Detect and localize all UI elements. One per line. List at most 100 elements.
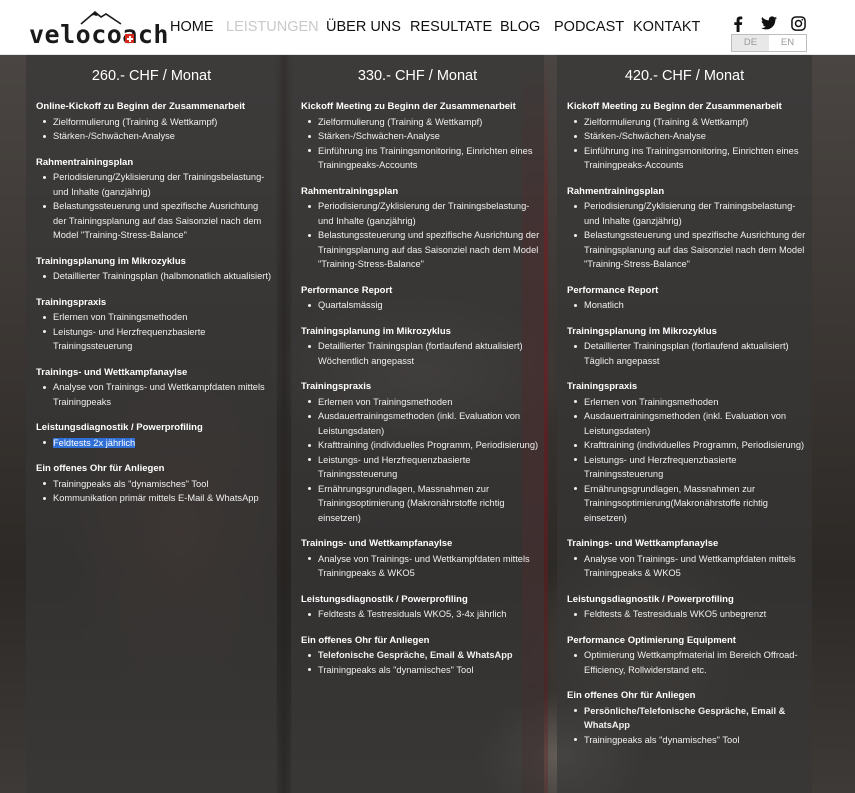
feature-item: Zielformulierung (Training & Wettkampf): [567, 115, 808, 130]
plan-column-standard: 330.- CHF / Monat Kickoff Meeting zu Beg…: [291, 55, 544, 793]
plan-section: Rahmentrainingsplan Periodisierung/Zyklis…: [567, 185, 808, 272]
section-title: Trainingspraxis: [36, 296, 107, 308]
plan-section: Rahmentrainingsplan Periodisierung/Zyklis…: [301, 185, 540, 272]
section-title: Ein offenes Ohr für Anliegen: [36, 463, 165, 474]
feature-item: Quartalsmässig: [301, 298, 540, 313]
feature-list: Zielformulierung (Training & Wettkampf) S…: [301, 115, 540, 173]
feature-list: Monatlich: [567, 298, 808, 313]
feature-text: Leistungs- und Herzfrequenzbasierte Trai…: [318, 454, 471, 480]
feature-list: Periodisierung/Zyklisierung der Training…: [36, 170, 273, 243]
feature-item: Ausdauertrainingsmethoden (inkl. Evaluat…: [567, 409, 808, 438]
feature-text: Kommunikation primär mittels E-Mail & Wh…: [53, 493, 259, 503]
feature-list: Feldtests & Testresiduals WKO5 unbegrenz…: [567, 607, 808, 622]
section-title: Performance Report: [301, 284, 393, 296]
plan-section: Trainingspraxis Erlernen von Trainingsmet…: [301, 380, 540, 525]
feature-list: Periodisierung/Zyklisierung der Training…: [567, 199, 808, 272]
feature-list: Periodisierung/Zyklisierung der Training…: [301, 199, 540, 272]
feature-text: Telefonische Gespräche, Email & WhatsApp: [318, 650, 513, 660]
section-title: Kickoff Meeting zu Beginn der Zusammenar…: [301, 101, 516, 112]
plan-section: Leistungsdiagnostik / Powerprofiling Feld…: [36, 421, 273, 450]
nav-resultate[interactable]: RESULTATE: [410, 19, 492, 35]
section-title: Ein offenes Ohr für Anliegen: [301, 634, 430, 646]
section-title: Trainingspraxis: [567, 381, 638, 392]
section-title: Leistungsdiagnostik / Powerprofiling: [567, 593, 734, 605]
section-title: Leistungsdiagnostik / Powerprofiling: [301, 593, 468, 605]
feature-text: Ernährungsgrundlagen, Massnahmen zur Tra…: [318, 483, 505, 523]
feature-text: Detaillierter Trainingsplan (halbmonatli…: [53, 271, 272, 281]
nav-leistungen[interactable]: LEISTUNGEN: [226, 19, 319, 35]
feature-item: Analyse von Trainings- und Wettkampfdate…: [36, 380, 273, 409]
feature-item: Optimierung Wettkampfmaterial im Bereich…: [567, 648, 808, 677]
feature-text: Einführung ins Trainingsmonitoring, Einr…: [584, 145, 799, 171]
feature-item: Detaillierter Trainingsplan (fortlaufend…: [301, 339, 540, 368]
feature-list: Trainingpeaks als "dynamisches" Tool Komm…: [36, 477, 273, 506]
feature-item: Feldtests 2x jährlich: [36, 436, 273, 451]
feature-text: Persönliche/Telefonische Gespräche, Emai…: [584, 705, 786, 731]
feature-item: Trainingpeaks als "dynamisches" Tool: [301, 663, 540, 678]
feature-text: Stärken-/Schwächen-Analyse: [318, 131, 440, 141]
nav-kontakt[interactable]: KONTAKT: [633, 19, 700, 35]
feature-item: Analyse von Trainings- und Wettkampfdate…: [301, 552, 540, 581]
feature-text: Trainingpeaks als "dynamisches" Tool: [584, 734, 740, 745]
feature-item: Periodisierung/Zyklisierung der Training…: [36, 170, 273, 199]
feature-list: Detaillierter Trainingsplan (fortlaufend…: [567, 339, 808, 368]
plan-section: Trainingsplanung im Mikrozyklus Detaillie…: [36, 255, 273, 284]
plan-column-basic: 260.- CHF / Monat Online-Kickoff zu Begi…: [26, 55, 277, 793]
feature-item: Krafttraining (individuelles Programm, P…: [301, 438, 540, 453]
feature-item: Trainingpeaks als "dynamisches" Tool: [36, 477, 273, 492]
feature-item: Leistungs- und Herzfrequenzbasierte Trai…: [36, 325, 273, 354]
feature-item: Periodisierung/Zyklisierung der Training…: [567, 199, 808, 228]
site-header: velocoach HOME LEISTUNGEN ÜBER UNS RESUL…: [0, 0, 855, 55]
feature-text: Feldtests 2x jährlich: [53, 437, 136, 448]
feature-item: Stärken-/Schwächen-Analyse: [36, 129, 273, 144]
plan-price: 260.- CHF / Monat: [91, 68, 212, 84]
feature-text: Belastungssteuerung und spezifische Ausr…: [584, 230, 806, 269]
plan-section: Trainingspraxis Erlernen von Trainingsmet…: [36, 296, 273, 354]
nav-podcast[interactable]: PODCAST: [554, 19, 624, 35]
section-title: Rahmentrainingsplan: [567, 185, 665, 197]
plan-section: Leistungsdiagnostik / Powerprofiling Feld…: [567, 593, 808, 622]
language-switcher: DE EN: [731, 34, 807, 52]
feature-item: Ernährungsgrundlagen, Massnahmen zur Tra…: [301, 482, 540, 526]
feature-text: Detaillierter Trainingsplan (fortlaufend…: [318, 341, 523, 366]
feature-item: Trainingpeaks als "dynamisches" Tool: [567, 733, 808, 748]
lang-en[interactable]: EN: [769, 35, 806, 51]
feature-list: Optimierung Wettkampfmaterial im Bereich…: [567, 648, 808, 677]
logo[interactable]: velocoach: [29, 8, 168, 49]
feature-list: Quartalsmässig: [301, 298, 540, 313]
lang-de[interactable]: DE: [732, 35, 769, 51]
feature-item: Krafttraining (individuelles Programm, P…: [567, 438, 808, 453]
plan-body: Online-Kickoff zu Beginn der Zusammenarb…: [36, 100, 273, 518]
nav-home[interactable]: HOME: [170, 19, 214, 35]
feature-item: Detaillierter Trainingsplan (halbmonatli…: [36, 269, 273, 284]
section-title: Kickoff Meeting zu Beginn der Zusammenar…: [567, 101, 782, 112]
section-title: Rahmentrainingsplan: [301, 185, 399, 197]
feature-text: Einführung ins Trainingsmonitoring, Einr…: [318, 145, 533, 171]
plan-section: Performance Report Monatlich: [567, 284, 808, 313]
section-title: Performance Optimierung Equipment: [567, 634, 736, 646]
feature-list: Erlernen von Trainingsmethoden Ausdauertr…: [301, 395, 540, 526]
feature-text: Zielformulierung (Training & Wettkampf): [318, 116, 483, 127]
facebook-icon[interactable]: [733, 16, 743, 34]
feature-item: Monatlich: [567, 298, 808, 313]
feature-list: Telefonische Gespräche, Email & WhatsApp…: [301, 648, 540, 677]
feature-text: Trainingpeaks als "dynamisches" Tool: [53, 478, 209, 489]
feature-item: Kommunikation primär mittels E-Mail & Wh…: [36, 491, 273, 506]
plan-section: Trainings- und Wettkampfanaylse Analyse v…: [301, 537, 540, 581]
nav-ueber-uns[interactable]: ÜBER UNS: [326, 19, 401, 35]
feature-list: Feldtests 2x jährlich: [36, 436, 273, 451]
feature-text: Analyse von Trainings- und Wettkampfdate…: [318, 553, 530, 579]
feature-item: Leistungs- und Herzfrequenzbasierte Trai…: [567, 453, 808, 482]
nav-blog[interactable]: BLOG: [500, 19, 540, 35]
feature-list: Persönliche/Telefonische Gespräche, Emai…: [567, 704, 808, 748]
plan-section: Trainingsplanung im Mikrozyklus Detaillie…: [301, 325, 540, 369]
twitter-icon[interactable]: [761, 16, 777, 34]
feature-item: Analyse von Trainings- und Wettkampfdate…: [567, 552, 808, 581]
swiss-flag-icon: [125, 34, 134, 43]
instagram-icon[interactable]: [791, 16, 806, 34]
section-title: Trainings- und Wettkampfanaylse: [36, 366, 188, 378]
feature-list: Analyse von Trainings- und Wettkampfdate…: [301, 552, 540, 581]
feature-text: Trainingpeaks als "dynamisches" Tool: [318, 664, 474, 675]
feature-list: Detaillierter Trainingsplan (halbmonatli…: [36, 269, 273, 284]
feature-item: Telefonische Gespräche, Email & WhatsApp: [301, 648, 540, 663]
